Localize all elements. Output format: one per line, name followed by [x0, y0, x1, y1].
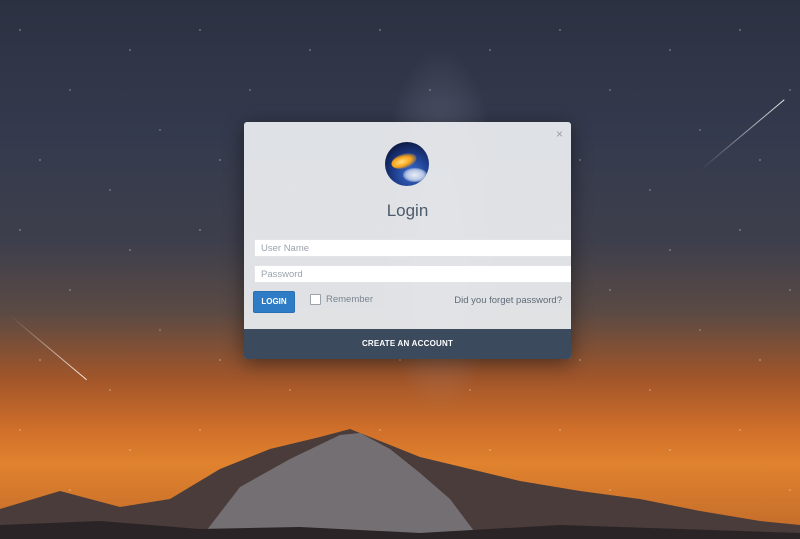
- login-modal: × Login LOGIN Remember Did you forget pa…: [244, 122, 571, 359]
- create-account-button[interactable]: CREATE AN ACCOUNT: [244, 329, 571, 359]
- avatar-logo-icon: [385, 142, 429, 186]
- modal-title: Login: [386, 201, 429, 220]
- login-button[interactable]: LOGIN: [253, 291, 295, 313]
- mountain-silhouette: [0, 429, 800, 539]
- password-input[interactable]: [254, 265, 571, 283]
- close-icon[interactable]: ×: [556, 128, 563, 140]
- remember-checkbox-group[interactable]: Remember: [310, 294, 373, 305]
- username-input[interactable]: [254, 239, 571, 257]
- remember-checkbox[interactable]: [310, 294, 321, 305]
- remember-label: Remember: [326, 294, 373, 305]
- avatar-cloud: [403, 168, 427, 182]
- forgot-password-link[interactable]: Did you forget password?: [454, 295, 562, 306]
